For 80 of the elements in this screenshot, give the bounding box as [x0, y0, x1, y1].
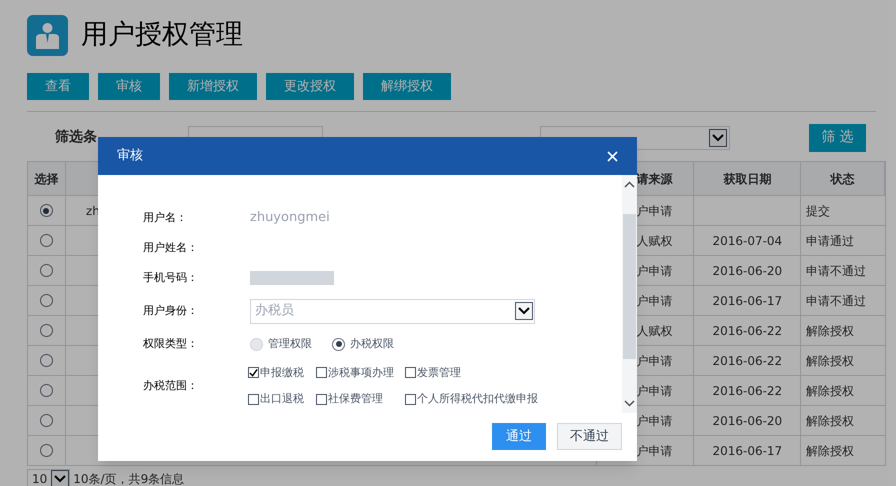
toolbar-button[interactable]: 更改授权 [266, 73, 354, 100]
field-label: 用户身份： [143, 302, 199, 319]
checkbox-label: 涉税事项办理 [328, 364, 394, 380]
table-cell-text: 提交 [806, 202, 830, 220]
field-label: 权限类型： [143, 336, 199, 352]
table-cell-text: 户申请 [636, 412, 673, 430]
toolbar-button[interactable]: 解绑授权 [363, 73, 451, 100]
field-label: 用户姓名： [143, 240, 199, 256]
table-cell-text: 申请不通过 [806, 292, 866, 310]
radio-button[interactable] [40, 204, 53, 217]
field-value: zhuyongmei [250, 209, 330, 228]
checkbox-label: 申报缴税 [260, 364, 304, 380]
checkbox[interactable] [405, 367, 416, 378]
field-label: 办税范围： [143, 378, 199, 394]
checkbox-label: 个人所得税代扣代缴申报 [417, 391, 538, 407]
radio-button[interactable] [40, 384, 53, 397]
table-cell-text: 户申请 [636, 262, 673, 280]
field-label: 用户名： [143, 210, 188, 226]
column-header: 状态 [830, 170, 855, 188]
radio-label: 办税权限 [350, 336, 394, 352]
radio-button[interactable] [40, 354, 53, 367]
table-cell-text: 解除授权 [806, 322, 854, 340]
identity-select[interactable]: 办税员 [250, 298, 535, 324]
checkbox-label: 出口退税 [260, 391, 304, 407]
field-label: 手机号码： [143, 270, 199, 286]
radio-button[interactable] [40, 264, 53, 277]
table-cell-text: 解除授权 [806, 412, 854, 430]
table-cell-text: 2016-06-17 [712, 292, 782, 310]
radio-button[interactable] [40, 234, 53, 247]
column-header: 选择 [34, 170, 58, 188]
close-icon[interactable] [607, 150, 618, 162]
checkbox[interactable] [248, 394, 259, 405]
table-cell-text: 2016-06-22 [712, 322, 782, 340]
filter-heading: 筛选条 [55, 128, 97, 147]
filter-button[interactable]: 筛 选 [809, 124, 866, 152]
page-size-select[interactable]: 10 [27, 469, 70, 486]
table-cell-text: 解除授权 [806, 382, 854, 400]
table-cell-text: 2016-06-17 [712, 442, 782, 460]
table-cell-text: 人赋权 [636, 322, 673, 340]
radio-button[interactable] [40, 444, 53, 457]
radio-button[interactable] [40, 324, 53, 337]
table-cell-text: 2016-06-22 [712, 382, 782, 400]
table-cell-text: 解除授权 [806, 352, 854, 370]
scroll-up-icon[interactable] [624, 181, 635, 188]
table-cell-text: 户申请 [636, 442, 673, 460]
checkbox[interactable] [405, 394, 416, 405]
column-header: 请来源 [636, 170, 673, 188]
radio-button[interactable] [332, 338, 345, 350]
table-cell-text: 解除授权 [806, 442, 854, 460]
toolbar-button[interactable]: 审核 [98, 73, 160, 100]
checkbox[interactable] [316, 367, 327, 378]
radio-button[interactable] [40, 414, 53, 427]
checkbox-label: 发票管理 [417, 364, 461, 380]
checkbox-label: 社保费管理 [328, 391, 383, 407]
page-title: 用户授权管理 [81, 18, 243, 52]
checkbox[interactable] [248, 367, 259, 378]
table-cell-text: 2016-07-04 [712, 232, 782, 250]
dialog-title: 审核 [117, 147, 143, 166]
radio-button[interactable] [40, 294, 53, 307]
radio-label: 管理权限 [268, 336, 312, 352]
table-cell-text: 户申请 [636, 352, 673, 370]
table-cell-text: 2016-06-22 [712, 352, 782, 370]
table-cell-text: 人赋权 [636, 232, 673, 250]
toolbar-button[interactable]: 查看 [27, 73, 89, 100]
table-cell-text: 申请通过 [806, 232, 854, 250]
user-icon [27, 15, 68, 56]
table-cell-text: 申请不通过 [806, 262, 866, 280]
pagination-summary: 10条/页，共9条信息 [73, 471, 184, 486]
table-cell-text: 2016-06-20 [712, 262, 782, 280]
table-cell-text: 户申请 [636, 292, 673, 310]
checkbox[interactable] [316, 394, 327, 405]
reject-button[interactable]: 不通过 [557, 423, 622, 450]
scroll-down-icon[interactable] [624, 400, 635, 407]
table-cell-text: 户申请 [636, 382, 673, 400]
approve-button[interactable]: 通过 [492, 423, 546, 450]
scrollbar[interactable] [622, 175, 637, 413]
table-cell-text: 2016-06-20 [712, 412, 782, 430]
table-cell-text: 户申请 [636, 202, 673, 220]
column-header: 获取日期 [723, 170, 772, 188]
toolbar-button[interactable]: 新增授权 [169, 73, 257, 100]
